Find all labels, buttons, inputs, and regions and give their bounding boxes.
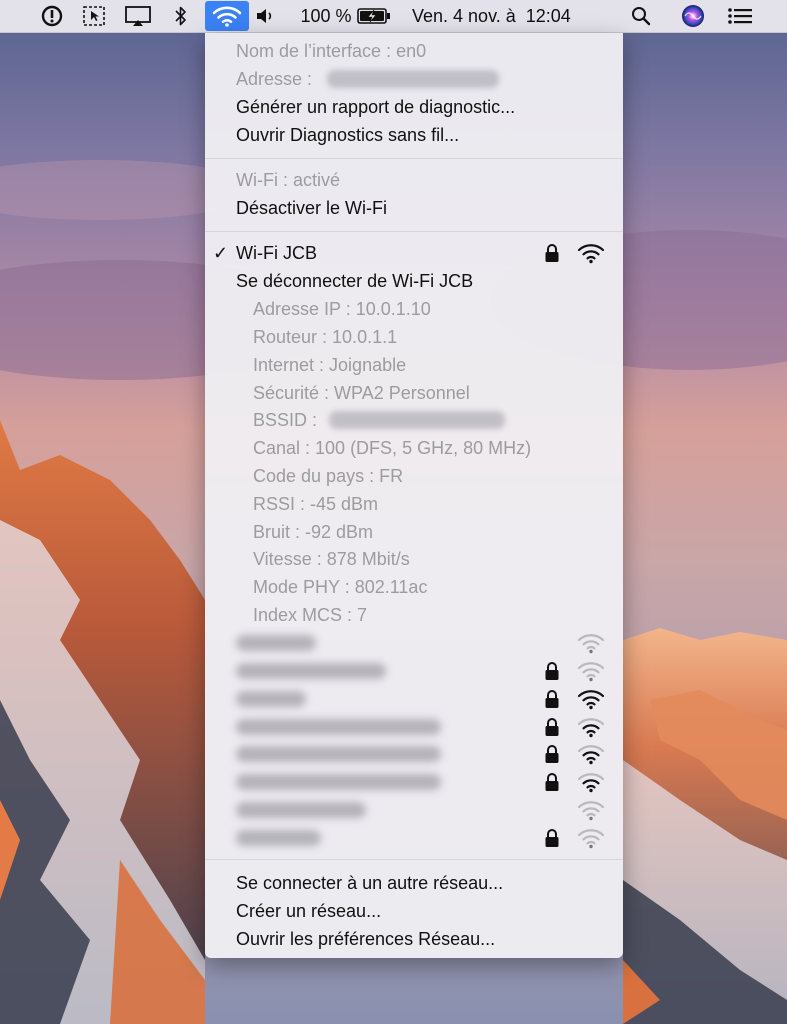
bluetooth-icon[interactable] xyxy=(170,0,192,32)
spotlight-search-icon[interactable] xyxy=(628,0,654,32)
wifi-dropdown-menu: Nom de l’interface : en0 Adresse : Génér… xyxy=(205,33,623,958)
wifi-signal-weak-icon xyxy=(577,634,605,654)
detail-internet: Internet : Joignable xyxy=(205,351,623,379)
detail-text: Code du pays : FR xyxy=(253,465,404,486)
lock-icon xyxy=(545,718,559,736)
detail-security: Sécurité : WPA2 Personnel xyxy=(205,379,623,407)
disable-wifi-item[interactable]: Désactiver le Wi-Fi xyxy=(205,194,623,222)
detail-text: Vitesse : 878 Mbit/s xyxy=(253,548,410,569)
lock-icon xyxy=(545,829,559,847)
detail-text: Bruit : -92 dBm xyxy=(253,521,374,542)
wifi-signal-medium-icon xyxy=(577,773,605,793)
open-diagnostics-label: Ouvrir Diagnostics sans fil... xyxy=(236,124,460,145)
network-name-blurred xyxy=(236,830,321,846)
network-name-blurred xyxy=(236,635,316,651)
wifi-icon[interactable] xyxy=(205,1,249,31)
detail-bssid: BSSID : xyxy=(205,406,623,434)
vpn-icon[interactable] xyxy=(38,0,66,32)
wifi-signal-weak-icon xyxy=(577,829,605,849)
menu-separator xyxy=(205,158,623,159)
disable-wifi-label: Désactiver le Wi-Fi xyxy=(236,197,388,218)
lock-icon xyxy=(545,244,559,262)
diagnostic-report-item[interactable]: Générer un rapport de diagnostic... xyxy=(205,93,623,121)
lock-icon xyxy=(545,690,559,708)
network-name-blurred xyxy=(236,719,441,735)
siri-icon[interactable] xyxy=(680,0,706,32)
address-redacted xyxy=(327,70,499,88)
screenshot-icon[interactable] xyxy=(80,0,108,32)
detail-text: Mode PHY : 802.11ac xyxy=(253,576,428,597)
detail-text: Canal : 100 (DFS, 5 GHz, 80 MHz) xyxy=(253,437,532,458)
network-item[interactable] xyxy=(205,768,623,796)
detail-text: RSSI : -45 dBm xyxy=(253,493,379,514)
address-row: Adresse : xyxy=(205,65,623,93)
current-network-item[interactable]: ✓ Wi-Fi JCB xyxy=(205,239,623,267)
detail-phy-mode: Mode PHY : 802.11ac xyxy=(205,573,623,601)
wifi-status: Wi-Fi : activé xyxy=(236,169,341,190)
create-network-label: Créer un réseau... xyxy=(236,900,382,921)
network-item[interactable] xyxy=(205,740,623,768)
create-network-item[interactable]: Créer un réseau... xyxy=(205,897,623,925)
join-other-network-item[interactable]: Se connecter à un autre réseau... xyxy=(205,869,623,897)
open-diagnostics-item[interactable]: Ouvrir Diagnostics sans fil... xyxy=(205,121,623,149)
network-name-blurred xyxy=(236,746,441,762)
menu-bar: 100 % Ven. 4 nov. à 12:04 xyxy=(0,0,787,33)
open-network-preferences-label: Ouvrir les préférences Réseau... xyxy=(236,928,496,949)
notification-center-icon[interactable] xyxy=(726,0,754,32)
wifi-signal-weak-icon xyxy=(577,801,605,821)
wifi-signal-strong-icon xyxy=(577,690,605,710)
detail-mcs-index: Index MCS : 7 xyxy=(205,601,623,629)
detail-text: Routeur : 10.0.1.1 xyxy=(253,326,398,347)
disconnect-item[interactable]: Se déconnecter de Wi-Fi JCB xyxy=(205,267,623,295)
join-other-network-label: Se connecter à un autre réseau... xyxy=(236,872,504,893)
volume-icon[interactable] xyxy=(254,0,278,32)
interface-name-row: Nom de l’interface : en0 xyxy=(205,37,623,65)
network-item[interactable] xyxy=(205,657,623,685)
wifi-status-row: Wi-Fi : activé xyxy=(205,166,623,194)
lock-icon xyxy=(545,745,559,763)
network-name-blurred xyxy=(236,774,441,790)
interface-name: Nom de l’interface : en0 xyxy=(236,40,427,61)
detail-text: BSSID : xyxy=(253,409,318,430)
bssid-redacted xyxy=(329,411,505,429)
network-item[interactable] xyxy=(205,824,623,852)
detail-rssi: RSSI : -45 dBm xyxy=(205,490,623,518)
diagnostic-report-label: Générer un rapport de diagnostic... xyxy=(236,96,516,117)
lock-icon xyxy=(545,662,559,680)
wifi-signal-weak-icon xyxy=(577,662,605,682)
menu-separator xyxy=(205,859,623,860)
open-network-preferences-item[interactable]: Ouvrir les préférences Réseau... xyxy=(205,925,623,953)
detail-text: Adresse IP : 10.0.1.10 xyxy=(253,298,431,319)
detail-noise: Bruit : -92 dBm xyxy=(205,518,623,546)
detail-ip: Adresse IP : 10.0.1.10 xyxy=(205,295,623,323)
network-item[interactable] xyxy=(205,713,623,741)
network-name-blurred xyxy=(236,663,386,679)
current-network-name: Wi-Fi JCB xyxy=(236,242,317,263)
detail-speed: Vitesse : 878 Mbit/s xyxy=(205,545,623,573)
lock-icon xyxy=(545,773,559,791)
detail-text: Index MCS : 7 xyxy=(253,604,368,625)
detail-channel: Canal : 100 (DFS, 5 GHz, 80 MHz) xyxy=(205,434,623,462)
address-label: Adresse : xyxy=(236,68,313,89)
checkmark-icon: ✓ xyxy=(213,242,229,263)
menubar-clock[interactable]: Ven. 4 nov. à 12:04 xyxy=(412,0,608,32)
battery-charging-icon[interactable] xyxy=(356,0,392,32)
menu-separator xyxy=(205,231,623,232)
battery-percent: 100 % xyxy=(300,5,352,26)
detail-router: Routeur : 10.0.1.1 xyxy=(205,323,623,351)
airplay-icon[interactable] xyxy=(122,0,154,32)
network-name-blurred xyxy=(236,691,306,707)
detail-text: Internet : Joignable xyxy=(253,354,407,375)
network-name-blurred xyxy=(236,802,366,818)
wifi-signal-medium-icon xyxy=(577,745,605,765)
detail-country-code: Code du pays : FR xyxy=(205,462,623,490)
network-item[interactable] xyxy=(205,629,623,657)
network-item[interactable] xyxy=(205,685,623,713)
detail-text: Sécurité : WPA2 Personnel xyxy=(253,382,470,403)
disconnect-label: Se déconnecter de Wi-Fi JCB xyxy=(236,270,474,291)
network-item[interactable] xyxy=(205,796,623,824)
wifi-signal-icon xyxy=(577,244,605,264)
wifi-signal-medium-icon xyxy=(577,718,605,738)
